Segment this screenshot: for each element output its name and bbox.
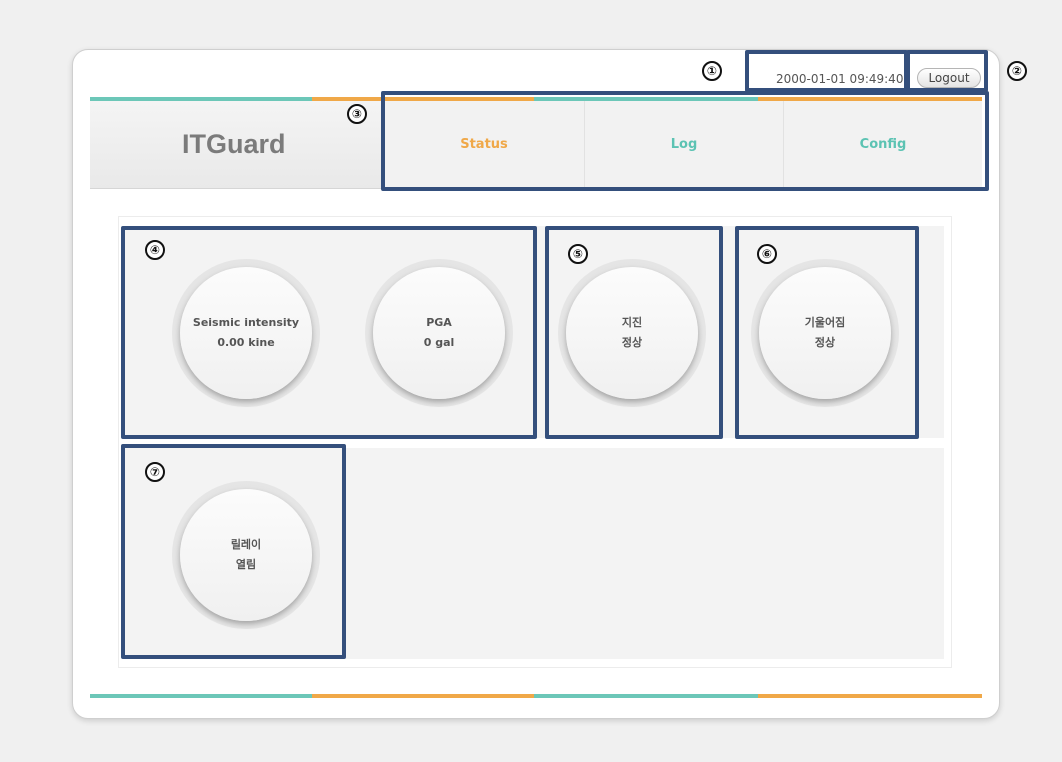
bottom-accent-strip-orange <box>312 694 534 698</box>
bottom-accent-strip-teal <box>90 694 312 698</box>
callout-number-2: ② <box>1007 61 1027 81</box>
callout-box-navigation <box>381 91 989 191</box>
callout-number-4: ④ <box>145 240 165 260</box>
callout-number-3: ③ <box>347 104 367 124</box>
callout-box-logout <box>906 50 988 92</box>
callout-number-7: ⑦ <box>145 462 165 482</box>
bottom-accent-strip-teal-2 <box>534 694 758 698</box>
callout-number-1: ① <box>702 61 722 81</box>
callout-number-5: ⑤ <box>568 244 588 264</box>
callout-box-datetime <box>745 50 908 92</box>
callout-number-6: ⑥ <box>757 244 777 264</box>
bottom-accent-strip-orange-2 <box>758 694 982 698</box>
app-logo: ITGuard <box>182 129 286 159</box>
callout-box-seismic <box>121 226 537 439</box>
